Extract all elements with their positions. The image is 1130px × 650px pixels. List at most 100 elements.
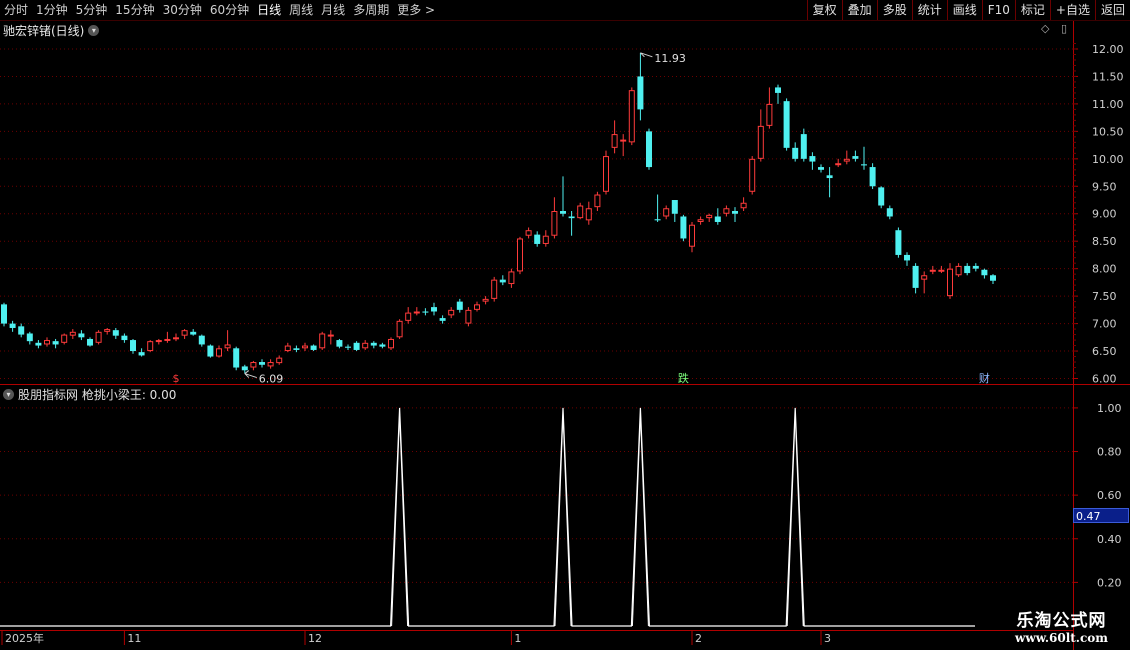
low-price-label: 6.09: [259, 373, 284, 386]
event-marker: $: [173, 372, 180, 385]
candle-body-up: [44, 340, 50, 345]
candle-body-up: [327, 334, 334, 337]
candle-body-up: [603, 156, 609, 192]
candle-body-up: [482, 298, 489, 302]
candle-body-up: [267, 362, 274, 367]
candle-body-up: [319, 333, 326, 349]
candle-body-down: [895, 230, 902, 255]
candlestick-chart: 12.0011.5011.0010.5010.009.509.008.508.0…: [0, 21, 1130, 650]
price-tick-label: 8.50: [1092, 235, 1117, 248]
candle-body-down: [964, 265, 971, 274]
candle-body-up: [697, 219, 704, 222]
candle-body-down: [904, 254, 910, 261]
candle-body-up: [955, 265, 962, 276]
indicator-tick-label: 1.00: [1097, 402, 1122, 415]
candle-body-up: [689, 224, 695, 247]
candle-body-down: [9, 323, 16, 328]
indicator-tick-label: 0.80: [1097, 446, 1122, 459]
candle-body-down: [422, 311, 429, 313]
date-label: 1: [514, 632, 521, 645]
indicator-spike-inner: [554, 413, 564, 627]
indicator-spike-inner: [794, 413, 804, 627]
candle-body-down: [852, 156, 859, 159]
candle-body-down: [345, 346, 351, 348]
price-tick-label: 12.00: [1092, 43, 1124, 56]
candle-body-up: [749, 158, 756, 192]
date-label: 3: [824, 632, 831, 645]
indicator-spike-inner: [631, 413, 641, 627]
candle-body-up: [147, 341, 154, 352]
candle-body-down: [775, 87, 781, 93]
candle-body-down: [912, 265, 919, 288]
indicator-tick-label: 0.20: [1097, 576, 1122, 589]
candle-body-down: [783, 101, 790, 148]
candle-body-down: [370, 342, 377, 346]
candle-body-up: [276, 357, 283, 364]
candle-body-down: [456, 301, 463, 310]
candle-body-down: [654, 219, 661, 221]
candle-body-down: [207, 345, 214, 357]
candle-body-up: [740, 202, 747, 209]
brand-logo: 乐淘公式网 www.60lt.com: [1015, 606, 1108, 645]
candle-body-up: [766, 103, 773, 126]
candle-body-up: [938, 269, 945, 272]
dropdown-icon[interactable]: ▾: [3, 388, 14, 400]
candle-body-up: [413, 311, 420, 314]
candle-body-up: [362, 342, 369, 349]
candle-body-down: [18, 326, 25, 335]
candle-body-down: [310, 345, 317, 350]
brand-url: www.60lt.com: [1015, 631, 1108, 645]
candle-body-up: [491, 279, 498, 299]
candle-body-down: [379, 344, 386, 347]
price-tick-label: 7.50: [1092, 290, 1117, 303]
candle-body-up: [465, 309, 472, 324]
candle-body-up: [284, 345, 291, 352]
price-tick-label: 8.00: [1092, 263, 1117, 276]
candle-body-up: [216, 348, 222, 357]
candle-body-up: [611, 134, 618, 148]
candle-body-up: [921, 275, 928, 280]
date-label: 11: [127, 632, 141, 645]
candle-body-down: [732, 211, 738, 214]
cursor-value-label: 0.47: [1073, 508, 1129, 523]
candle-body-up: [448, 309, 455, 316]
candle-body-down: [826, 175, 833, 179]
event-marker: 财: [979, 371, 990, 385]
candle-body-down: [52, 341, 59, 345]
price-tick-label: 9.00: [1092, 208, 1117, 221]
date-label: 2: [695, 632, 702, 645]
candle-body-down: [233, 348, 240, 368]
candle-body-down: [190, 331, 197, 335]
price-tick-label: 11.00: [1092, 98, 1124, 111]
price-tick-label: 9.50: [1092, 180, 1117, 193]
candle-body-down: [671, 200, 678, 214]
candle-body-up: [250, 362, 257, 368]
candle-body-down: [35, 342, 42, 346]
candle-body-up: [61, 334, 68, 343]
indicator-tick-label: 0.60: [1097, 489, 1122, 502]
high-price-label: 11.93: [654, 52, 686, 65]
candle-body-up: [164, 338, 171, 341]
indicator-spike-inner: [639, 413, 649, 627]
candle-body-up: [663, 208, 670, 217]
candle-body-down: [990, 275, 996, 281]
candle-body-down: [87, 338, 93, 346]
candle-body-down: [714, 216, 721, 222]
candle-body-down: [121, 335, 128, 341]
event-marker: 跌: [678, 371, 689, 385]
candle-body-up: [104, 329, 111, 332]
candle-body-down: [431, 307, 437, 312]
candle-body-up: [95, 331, 102, 343]
candle-body-up: [585, 208, 592, 221]
price-tick-label: 10.00: [1092, 153, 1124, 166]
date-label: 12: [308, 632, 322, 645]
candle-body-down: [198, 335, 205, 345]
candle-body-up: [577, 205, 584, 219]
candle-body-down: [637, 76, 644, 110]
candle-body-down: [680, 216, 687, 239]
indicator-tick-label: 0.40: [1097, 533, 1122, 546]
candle-body-down: [809, 156, 816, 162]
low-pointer: [244, 370, 257, 379]
candle-body-down: [336, 340, 343, 347]
candle-body-down: [646, 131, 652, 168]
